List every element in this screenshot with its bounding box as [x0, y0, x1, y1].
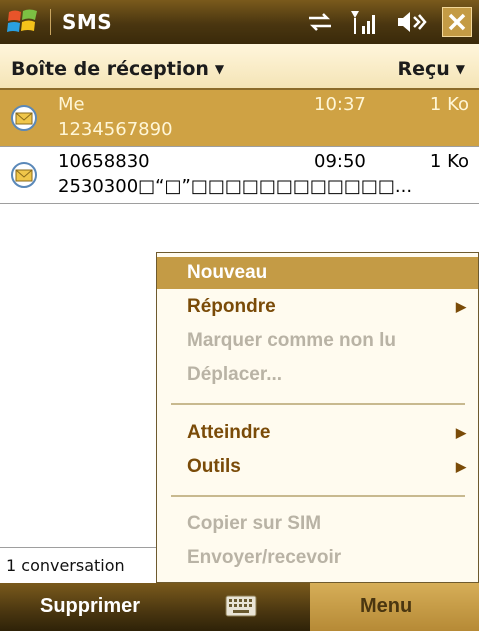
message-size: 1 Ko [429, 94, 469, 115]
menu-divider [171, 495, 465, 497]
menu-item-label: Copier sur SIM [187, 513, 322, 534]
envelope-icon [11, 105, 37, 131]
windows-start-icon[interactable] [6, 6, 40, 38]
close-icon [448, 13, 466, 31]
menu-item-label: Répondre [187, 296, 276, 317]
submenu-arrow-icon: ▶ [456, 425, 466, 440]
chevron-down-icon: ▼ [214, 62, 225, 76]
sync-arrows-icon[interactable] [305, 8, 335, 36]
sort-dropdown[interactable]: Reçu ▼ [397, 58, 465, 80]
message-row[interactable]: Me 10:37 1 Ko 1234567890 [0, 90, 479, 147]
message-sender: Me [58, 94, 85, 115]
message-time: 10:37 [314, 94, 366, 115]
menu-item-label: Outils [187, 456, 241, 477]
close-button[interactable] [442, 7, 472, 37]
inbox-header: Boîte de réception ▼ Reçu ▼ [0, 44, 479, 90]
chevron-down-icon: ▼ [455, 62, 465, 76]
message-row[interactable]: 10658830 09:50 1 Ko 2530300□“□”□□□□□□□□□… [0, 147, 479, 204]
menu-softkey[interactable]: Menu [310, 583, 479, 631]
menu-item-label: Atteindre [187, 422, 271, 443]
signal-icon[interactable] [349, 8, 381, 36]
menu-item-repondre[interactable]: Répondre ▶ [157, 291, 478, 323]
menu-item-label: Nouveau [187, 262, 268, 283]
submenu-arrow-icon: ▶ [456, 459, 466, 474]
supprimer-softkey[interactable]: Supprimer [40, 595, 140, 618]
conversation-count: 1 conversation [0, 547, 156, 583]
sort-label: Reçu [397, 58, 450, 80]
title-bar: SMS [0, 0, 479, 44]
speaker-icon[interactable] [395, 8, 429, 36]
folder-label: Boîte de réception [11, 58, 209, 80]
menu-item-label: Marquer comme non lu [187, 330, 397, 351]
keyboard-icon[interactable] [225, 595, 257, 617]
menu-item-marquer-non-lu: Marquer comme non lu [157, 325, 478, 357]
context-menu: Nouveau Répondre ▶ Marquer comme non lu … [156, 252, 479, 583]
menu-item-nouveau[interactable]: Nouveau [157, 257, 478, 289]
menu-item-label: Envoyer/recevoir [187, 547, 342, 568]
menu-item-deplacer: Déplacer... [157, 359, 478, 391]
menu-divider [171, 403, 465, 405]
message-size: 1 Ko [429, 151, 469, 172]
app-title: SMS [62, 10, 113, 34]
submenu-arrow-icon: ▶ [456, 299, 466, 314]
softkey-bar: Supprimer Menu [0, 583, 479, 631]
envelope-icon [11, 162, 37, 188]
menu-item-copier-sim: Copier sur SIM [157, 508, 478, 540]
message-sender: 10658830 [58, 151, 150, 172]
folder-dropdown[interactable]: Boîte de réception ▼ [11, 58, 224, 80]
menu-item-outils[interactable]: Outils ▶ [157, 451, 478, 483]
menu-item-label: Déplacer... [187, 364, 283, 385]
message-preview: 1234567890 [58, 119, 173, 140]
menu-item-envoyer-recevoir: Envoyer/recevoir [157, 542, 478, 574]
menu-softkey-label: Menu [360, 595, 413, 617]
title-separator [50, 9, 51, 35]
message-time: 09:50 [314, 151, 366, 172]
message-preview: 2530300□“□”□□□□□□□□□□□□... [58, 176, 413, 197]
menu-item-atteindre[interactable]: Atteindre ▶ [157, 417, 478, 449]
